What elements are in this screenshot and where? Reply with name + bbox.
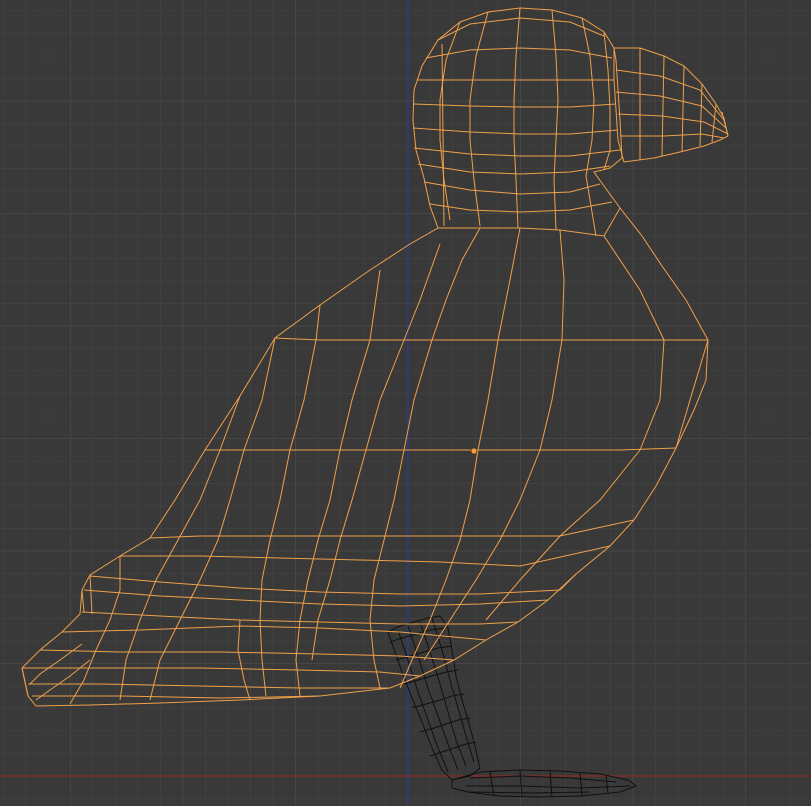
viewport-canvas[interactable] [0,0,811,806]
3d-viewport[interactable] [0,0,811,806]
object-origin[interactable] [470,447,478,455]
leg-mesh[interactable] [387,615,638,798]
puffin-body-mesh[interactable] [21,7,729,707]
